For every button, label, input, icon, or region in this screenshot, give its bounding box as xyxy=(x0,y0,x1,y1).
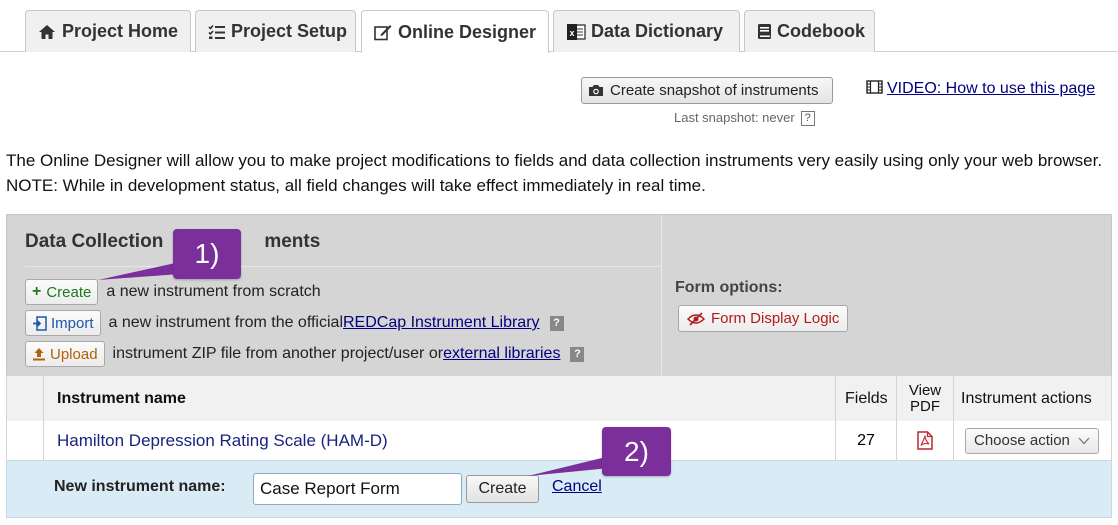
callout-one-pointer xyxy=(98,262,180,280)
choose-action-label: Choose action xyxy=(974,432,1070,449)
import-row: Import a new instrument from the officia… xyxy=(25,310,564,336)
form-options-title: Form options: xyxy=(675,279,783,296)
create-snapshot-label: Create snapshot of instruments xyxy=(610,82,819,99)
header-view-pdf: View PDF xyxy=(897,376,953,422)
form-display-logic-button[interactable]: Form Display Logic xyxy=(678,305,849,332)
import-instrument-text: a new instrument from the official xyxy=(108,314,343,331)
camera-icon xyxy=(588,84,604,97)
upload-help-icon[interactable]: ? xyxy=(570,346,585,362)
tab-label: Data Dictionary xyxy=(591,21,724,41)
new-instrument-cancel-link[interactable]: Cancel xyxy=(552,478,602,496)
spreadsheet-icon: x xyxy=(566,22,586,42)
home-icon xyxy=(38,22,57,42)
external-libraries-link[interactable]: external libraries xyxy=(443,345,560,363)
video-link[interactable]: VIDEO: How to use this page xyxy=(887,80,1095,97)
snapshot-help-icon[interactable]: ? xyxy=(800,111,815,127)
last-snapshot-text: Last snapshot: never xyxy=(674,110,795,125)
column-divider xyxy=(43,376,44,422)
callout-one: 1) xyxy=(173,229,241,279)
tab-label: Online Designer xyxy=(397,21,536,42)
import-instrument-label: Import xyxy=(51,314,94,332)
last-snapshot-note: Last snapshot: never? xyxy=(674,110,815,127)
new-instrument-label: New instrument name: xyxy=(54,478,226,495)
import-instrument-button[interactable]: Import xyxy=(25,310,101,336)
video-link-container: VIDEO: How to use this page xyxy=(866,80,1095,99)
upload-instrument-text: instrument ZIP file from another project… xyxy=(112,345,444,362)
checklist-icon xyxy=(208,22,226,42)
create-snapshot-button[interactable]: Create snapshot of instruments xyxy=(581,77,833,104)
data-collection-panel: Data Collection ments + Create a new inst… xyxy=(6,214,1112,376)
tab-label: Codebook xyxy=(777,21,865,41)
import-icon xyxy=(32,315,47,331)
panel-title-right: ments xyxy=(264,231,321,252)
header-instrument-name: Instrument name xyxy=(57,390,186,407)
upload-instrument-button[interactable]: Upload xyxy=(25,341,105,367)
callout-two: 2) xyxy=(602,427,671,476)
header-instrument-actions: Instrument actions xyxy=(961,390,1092,407)
header-fields: Fields xyxy=(845,390,888,407)
instrument-field-count: 27 xyxy=(857,431,875,449)
upload-instrument-label: Upload xyxy=(50,345,98,363)
redcap-library-link[interactable]: REDCap Instrument Library xyxy=(343,314,540,332)
tab-bar: Project Home Project Setup Online Design… xyxy=(0,0,1118,53)
film-icon xyxy=(866,80,883,99)
tab-label: Project Setup xyxy=(231,21,348,41)
upload-row: Upload instrument ZIP file from another … xyxy=(25,341,585,367)
form-display-logic-label: Form Display Logic xyxy=(711,310,840,327)
chevron-down-icon xyxy=(1078,437,1090,445)
upload-icon xyxy=(32,347,46,361)
plus-icon: + xyxy=(32,283,42,300)
eye-slash-icon xyxy=(687,311,705,326)
book-icon xyxy=(757,22,772,42)
tab-data-dictionary[interactable]: x Data Dictionary xyxy=(553,10,740,52)
instrument-name-link[interactable]: Hamilton Depression Rating Scale (HAM-D) xyxy=(57,421,388,460)
tab-project-home[interactable]: Project Home xyxy=(25,10,191,52)
instrument-actions-area: Data Collection ments + Create a new inst… xyxy=(7,215,661,375)
table-header: Instrument name Fields View PDF Instrume… xyxy=(6,375,1112,422)
intro-text: The Online Designer will allow you to ma… xyxy=(6,151,1103,195)
column-divider xyxy=(953,376,954,422)
column-divider xyxy=(43,421,44,460)
tab-codebook[interactable]: Codebook xyxy=(744,10,875,52)
create-instrument-button[interactable]: + Create xyxy=(25,279,99,305)
tab-label: Project Home xyxy=(61,21,178,41)
import-help-icon[interactable]: ? xyxy=(549,315,564,331)
choose-action-dropdown[interactable]: Choose action xyxy=(965,427,1099,454)
new-instrument-name-input[interactable] xyxy=(253,473,462,505)
svg-text:x: x xyxy=(569,28,574,38)
pdf-icon[interactable] xyxy=(897,421,953,460)
header-view-pdf-line1: View xyxy=(908,382,942,399)
column-divider xyxy=(835,376,836,422)
header-view-pdf-line2: PDF xyxy=(910,398,940,415)
edit-icon xyxy=(374,22,393,42)
panel-divider xyxy=(661,215,662,375)
create-instrument-label: Create xyxy=(46,283,92,301)
column-divider xyxy=(953,421,954,460)
tab-online-designer[interactable]: Online Designer xyxy=(361,10,549,53)
instrument-actions-cell: Choose action xyxy=(965,421,1099,460)
tab-project-setup[interactable]: Project Setup xyxy=(195,10,356,52)
